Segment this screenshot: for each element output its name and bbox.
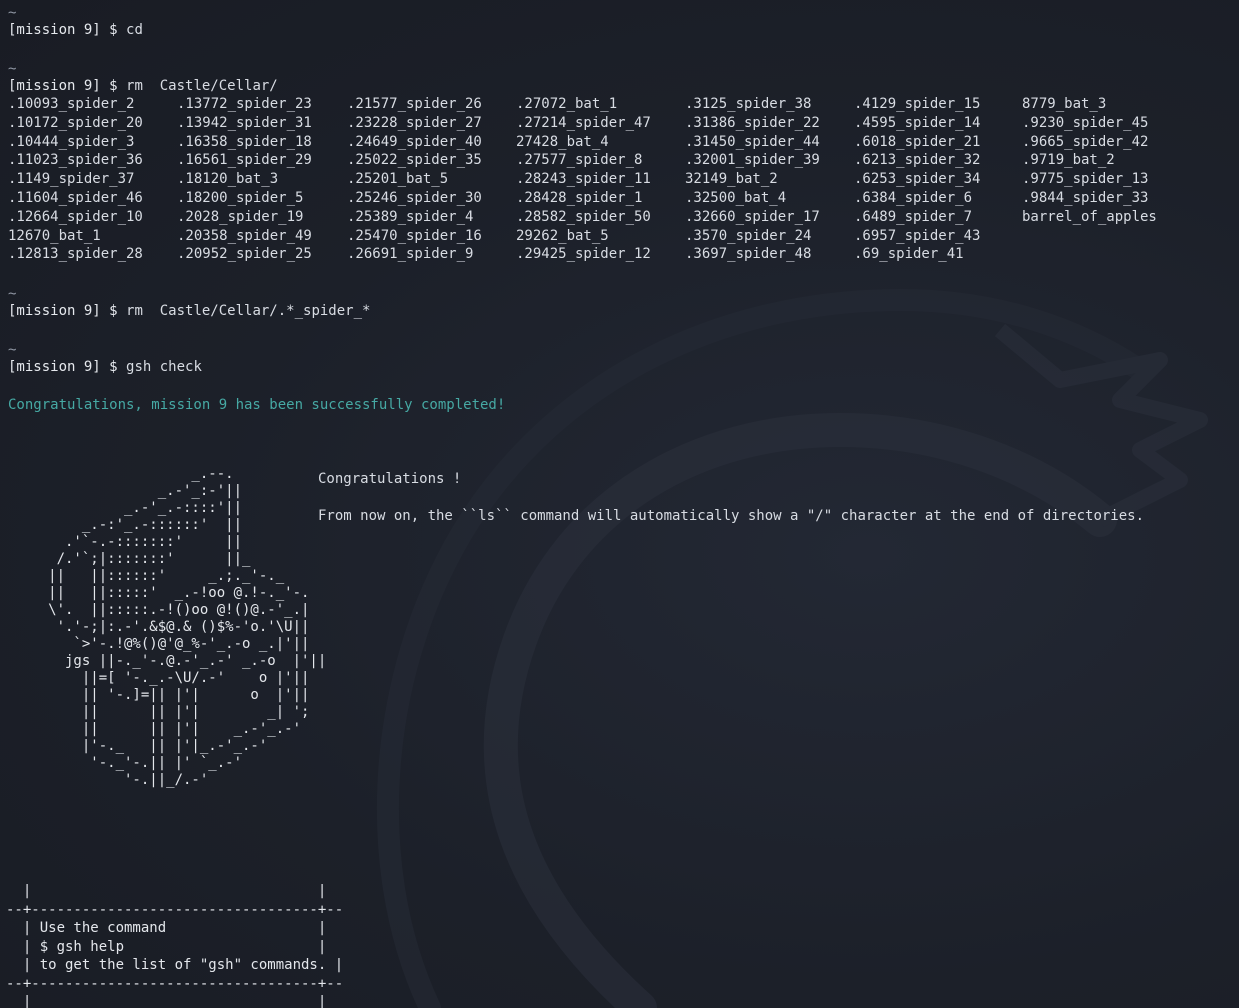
- file-entry: .25201_bat_5: [347, 171, 449, 188]
- ls-column: 8779_bat_3 .9230_spider_45 .9665_spider_…: [1022, 95, 1157, 227]
- prompt-line-rm: [mission 9] $ rm Castle/Cellar/: [8, 77, 278, 96]
- terminal-window[interactable]: ~ [mission 9] $ cd ~ [mission 9] $ rm Ca…: [0, 0, 1239, 1008]
- file-entry: .25389_spider_4: [347, 208, 474, 225]
- command-text: rm Castle/Cellar/: [126, 78, 278, 94]
- ls-column: .27072_bat_1 .27214_spider_47 27428_bat_…: [516, 95, 651, 264]
- congrats-title: Congratulations !: [318, 471, 462, 487]
- file-entry: .32660_spider_17: [685, 208, 820, 225]
- prompt-line-gsh-check: [mission 9] $ gsh check: [8, 358, 202, 377]
- file-entry: .16561_spider_29: [177, 152, 312, 169]
- file-entry: .9665_spider_42: [1022, 133, 1149, 150]
- file-entry: .20952_spider_25: [177, 246, 312, 263]
- file-entry: .69_spider_41: [854, 246, 964, 263]
- file-entry: .32500_bat_4: [685, 189, 787, 206]
- ascii-art-treasure-box: _.--. _.-'_:-'|| _.-'_.-::::'|| _.-:'_.-…: [48, 466, 327, 788]
- file-entry: .28582_spider_50: [516, 208, 651, 225]
- file-entry: .10172_spider_20: [8, 114, 143, 131]
- file-entry: .11023_spider_36: [8, 152, 143, 169]
- file-entry: .18200_spider_5: [177, 189, 304, 206]
- file-entry: .12664_spider_10: [8, 208, 143, 225]
- file-entry: 29262_bat_5: [516, 227, 609, 244]
- file-entry: 32149_bat_2: [685, 171, 778, 188]
- file-entry: .28428_spider_1: [516, 189, 643, 206]
- prompt-line-rm-spiders: [mission 9] $ rm Castle/Cellar/.*_spider…: [8, 302, 370, 321]
- command-text: rm Castle/Cellar/.*_spider_*: [126, 303, 371, 319]
- file-entry: .31386_spider_22: [685, 114, 820, 131]
- file-entry: .9230_spider_45: [1022, 114, 1149, 131]
- prompt: [mission 9] $: [8, 359, 118, 375]
- ls-column: .3125_spider_38 .31386_spider_22 .31450_…: [685, 95, 820, 264]
- ls-column: .21577_spider_26 .23228_spider_27 .24649…: [347, 95, 482, 264]
- file-entry: .18120_bat_3: [177, 171, 279, 188]
- file-entry: .27577_spider_8: [516, 152, 643, 169]
- prompt: [mission 9] $: [8, 22, 118, 38]
- file-entry: .27214_spider_47: [516, 114, 651, 131]
- ls-column: .4129_spider_15 .4595_spider_14 .6018_sp…: [854, 95, 980, 264]
- prompt-line-cd: [mission 9] $ cd: [8, 21, 143, 40]
- ls-column: .10093_spider_2 .10172_spider_20 .10444_…: [8, 95, 143, 264]
- file-entry: .21577_spider_26: [347, 96, 482, 112]
- file-entry: .6213_spider_32: [854, 152, 981, 169]
- ls-output: .10093_spider_2 .10172_spider_20 .10444_…: [8, 95, 1188, 265]
- file-entry: .28243_spider_11: [516, 171, 651, 188]
- file-entry: .27072_bat_1: [516, 96, 618, 112]
- help-box: | | --+---------------------------------…: [6, 883, 344, 1008]
- file-entry: .9844_spider_33: [1022, 189, 1149, 206]
- file-entry: .10444_spider_3: [8, 133, 135, 150]
- file-entry: barrel_of_apples: [1022, 208, 1157, 225]
- file-entry: .6489_spider_7: [854, 208, 973, 225]
- file-entry: .10093_spider_2: [8, 96, 135, 112]
- file-entry: .13772_spider_23: [177, 96, 312, 112]
- file-entry: .29425_spider_12: [516, 246, 651, 263]
- file-entry: .26691_spider_9: [347, 246, 474, 263]
- file-entry: .12813_spider_28: [8, 246, 143, 263]
- file-entry: .9719_bat_2: [1022, 152, 1115, 169]
- file-entry: .3570_spider_24: [685, 227, 812, 244]
- file-entry: .11604_spider_46: [8, 189, 143, 206]
- file-entry: .25246_spider_30: [347, 189, 482, 206]
- file-entry: .4595_spider_14: [854, 114, 981, 131]
- success-message: Congratulations, mission 9 has been succ…: [8, 397, 506, 413]
- congrats-message: From now on, the ``ls`` command will aut…: [318, 508, 1145, 524]
- prompt: [mission 9] $: [8, 78, 118, 94]
- command-text: cd: [126, 22, 143, 38]
- file-entry: .2028_spider_19: [177, 208, 304, 225]
- file-entry: .4129_spider_15: [854, 96, 981, 112]
- file-entry: .32001_spider_39: [685, 152, 820, 169]
- file-entry: 12670_bat_1: [8, 227, 101, 244]
- file-entry: .9775_spider_13: [1022, 171, 1149, 188]
- prompt: [mission 9] $: [8, 303, 118, 319]
- file-entry: .23228_spider_27: [347, 114, 482, 131]
- file-entry: .13942_spider_31: [177, 114, 312, 131]
- file-entry: .16358_spider_18: [177, 133, 312, 150]
- command-text: gsh check: [126, 359, 202, 375]
- file-entry: .25022_spider_35: [347, 152, 482, 169]
- file-entry: 8779_bat_3: [1022, 96, 1107, 112]
- ls-column: .13772_spider_23 .13942_spider_31 .16358…: [177, 95, 312, 264]
- file-entry: .20358_spider_49: [177, 227, 312, 244]
- file-entry: 27428_bat_4: [516, 133, 609, 150]
- file-entry: .24649_spider_40: [347, 133, 482, 150]
- file-entry: .31450_spider_44: [685, 133, 820, 150]
- file-entry: .3125_spider_38: [685, 96, 812, 112]
- file-entry: .6384_spider_6: [854, 189, 973, 206]
- file-entry: .6957_spider_43: [854, 227, 981, 244]
- file-entry: .6018_spider_21: [854, 133, 981, 150]
- file-entry: .6253_spider_34: [854, 171, 981, 188]
- file-entry: .3697_spider_48: [685, 246, 812, 263]
- file-entry: .1149_spider_37: [8, 171, 135, 188]
- file-entry: .25470_spider_16: [347, 227, 482, 244]
